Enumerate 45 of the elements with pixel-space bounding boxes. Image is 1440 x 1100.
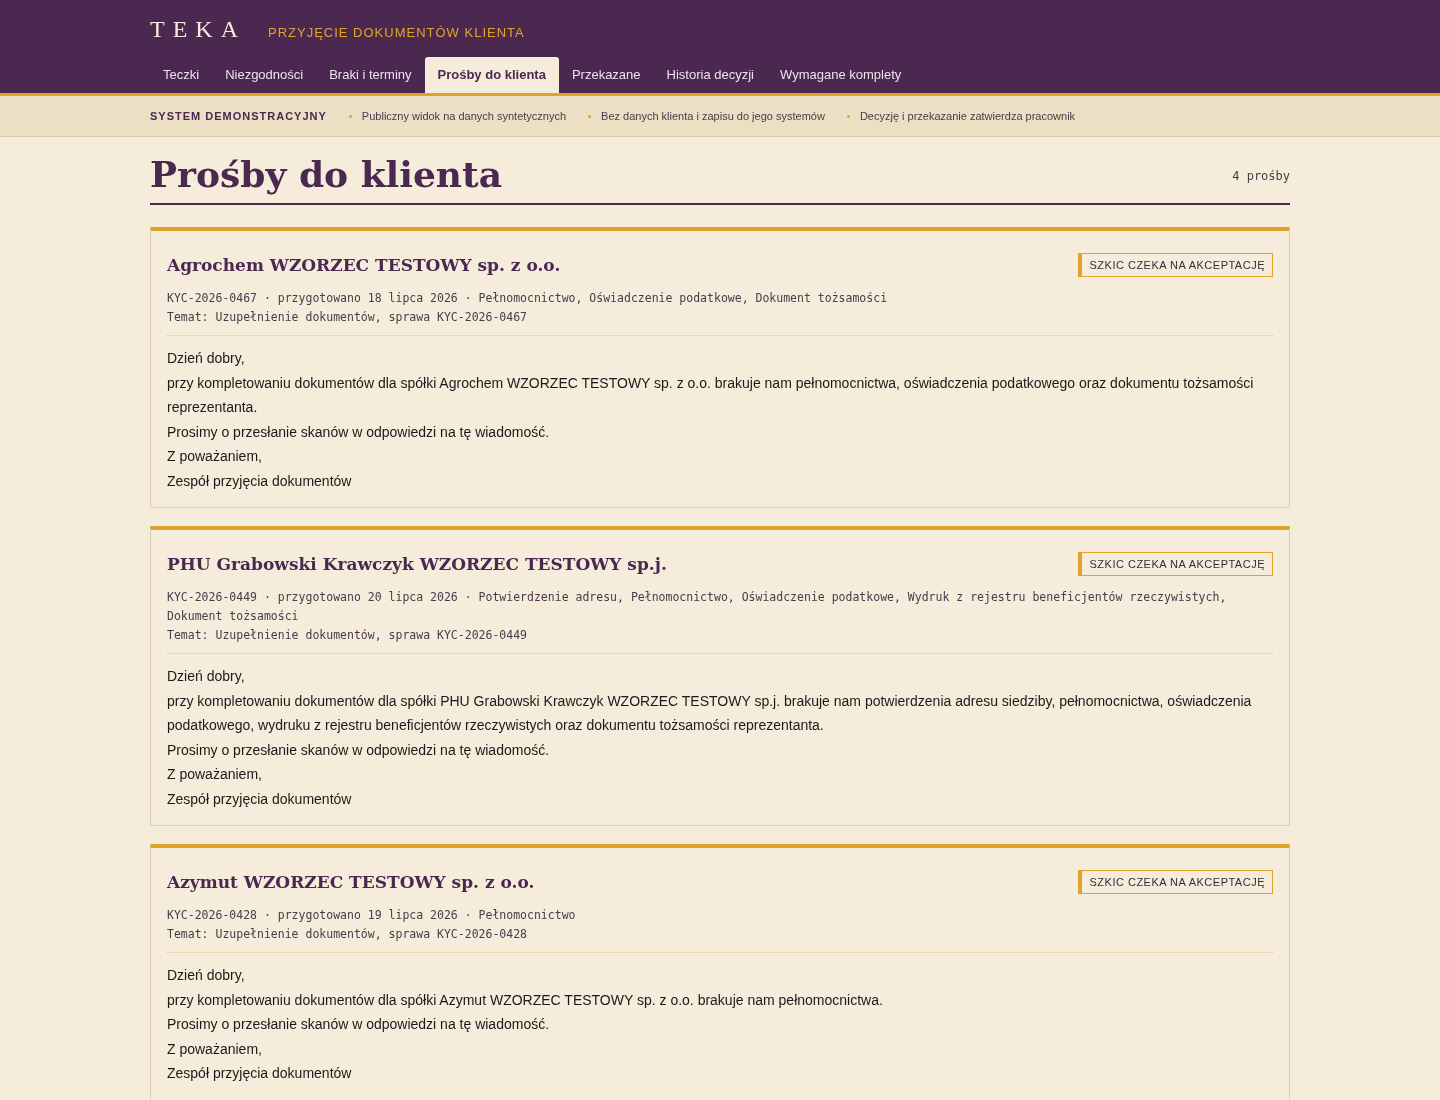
email-line: Z poważaniem, <box>167 765 263 784</box>
status-badge: SZKIC CZEKA NA AKCEPTACJĘ <box>1078 870 1273 894</box>
email-line: Prosimy o przesłanie skanów w odpowiedzi na tę wiadomość. <box>167 1015 551 1034</box>
email-line: przy kompletowaniu dokumentów dla spółki PHU Grabowski Krawczyk WZORZEC TESTOWY sp.j. brakuje nam potwierdzenia adresu siedziby, pełnomocnictwa, oświadczenia podatkowego, wydruku z rejestru beneficjentów rzeczywistych oraz dokumentu tożsamości reprezentanta. <box>167 691 1253 735</box>
company-name: Agrochem WZORZEC TESTOWY sp. z o.o. <box>167 255 561 275</box>
email-line: Zespół przyjęcia dokumentów <box>167 789 353 809</box>
email-subject: Temat: Uzupełnienie dokumentów, sprawa KYC-2026-0428 <box>167 926 529 943</box>
nav-tab[interactable]: Historia decyzji <box>653 57 767 93</box>
email-line: Prosimy o przesłanie skanów w odpowiedzi na tę wiadomość. <box>167 740 551 760</box>
company-name: Azymut WZORZEC TESTOWY sp. z o.o. <box>167 872 535 892</box>
status-badge: SZKIC CZEKA NA AKCEPTACJĘ <box>1078 253 1273 277</box>
app-subtitle: PRZYJĘCIE DOKUMENTÓW KLIENTA <box>268 25 525 40</box>
separator-dot <box>846 114 850 118</box>
notice-item: Bez danych klienta i zapisu do jego systemów <box>601 110 825 122</box>
email-line: Prosimy o przesłanie skanów w odpowiedzi na tę wiadomość. <box>167 422 551 442</box>
email-line: Dzień dobry, <box>167 966 246 985</box>
notice-title: SYSTEM DEMONSTRACYJNY <box>150 110 327 122</box>
email-line: Z poważaniem, <box>167 1039 263 1059</box>
email-line: Z poważaniem, <box>167 447 263 466</box>
separator-dot <box>588 114 592 118</box>
email-subject: Temat: Uzupełnienie dokumentów, sprawa KYC-2026-0449 <box>167 627 529 644</box>
request-meta: KYC-2026-0428 · przygotowano 19 lipca 2026 · Pełnomocnictwo <box>167 907 577 924</box>
page-title: Prośby do klienta <box>150 153 502 195</box>
nav-tab[interactable]: Przekazane <box>558 57 654 93</box>
request-meta: KYC-2026-0467 · przygotowano 18 lipca 2026 · Pełnomocnictwo, Oświadczenie podatkowe, Dokument tożsamości <box>167 290 889 307</box>
email-line: przy kompletowaniu dokumentów dla spółki Agrochem WZORZEC TESTOWY sp. z o.o. brakuje nam pełnomocnictwa, oświadczenia podatkowego oraz dokumentu tożsamości reprezentanta. <box>167 373 1255 417</box>
email-line: Zespół przyjęcia dokumentów <box>167 1064 353 1083</box>
email-line: Dzień dobry, <box>167 667 246 686</box>
request-meta: KYC-2026-0449 · przygotowano 20 lipca 2026 · Potwierdzenie adresu, Pełnomocnictwo, Oświadczenie podatkowe, Wydruk z rejestru beneficjentów rzeczywistych, Dokument tożsamości <box>167 589 1228 625</box>
company-name: PHU Grabowski Krawczyk WZORZEC TESTOWY sp.j. <box>167 554 667 574</box>
email-line: przy kompletowaniu dokumentów dla spółki Azymut WZORZEC TESTOWY sp. z o.o. brakuje nam pełnomocnictwa. <box>167 990 884 1010</box>
email-line: Dzień dobry, <box>167 349 246 368</box>
notice-item: Decyzję i przekazanie zatwierdza pracownik <box>859 110 1076 122</box>
nav-tab[interactable]: Teczki <box>150 57 213 93</box>
nav-tab[interactable]: Wymagane komplety <box>767 57 915 93</box>
logo: TEKA <box>150 16 246 43</box>
email-line: Zespół przyjęcia dokumentów <box>167 471 353 491</box>
nav-tab[interactable]: Niezgodności <box>212 57 317 93</box>
email-subject: Temat: Uzupełnienie dokumentów, sprawa KYC-2026-0467 <box>167 309 529 326</box>
status-badge: SZKIC CZEKA NA AKCEPTACJĘ <box>1078 552 1273 576</box>
nav-tab[interactable]: Prośby do klienta <box>424 57 559 93</box>
request-count: 4 prośby <box>1232 169 1290 185</box>
nav-tab[interactable]: Braki i terminy <box>316 57 425 93</box>
notice-item: Publiczny widok na danych syntetycznych <box>361 110 567 122</box>
separator-dot <box>348 114 352 118</box>
